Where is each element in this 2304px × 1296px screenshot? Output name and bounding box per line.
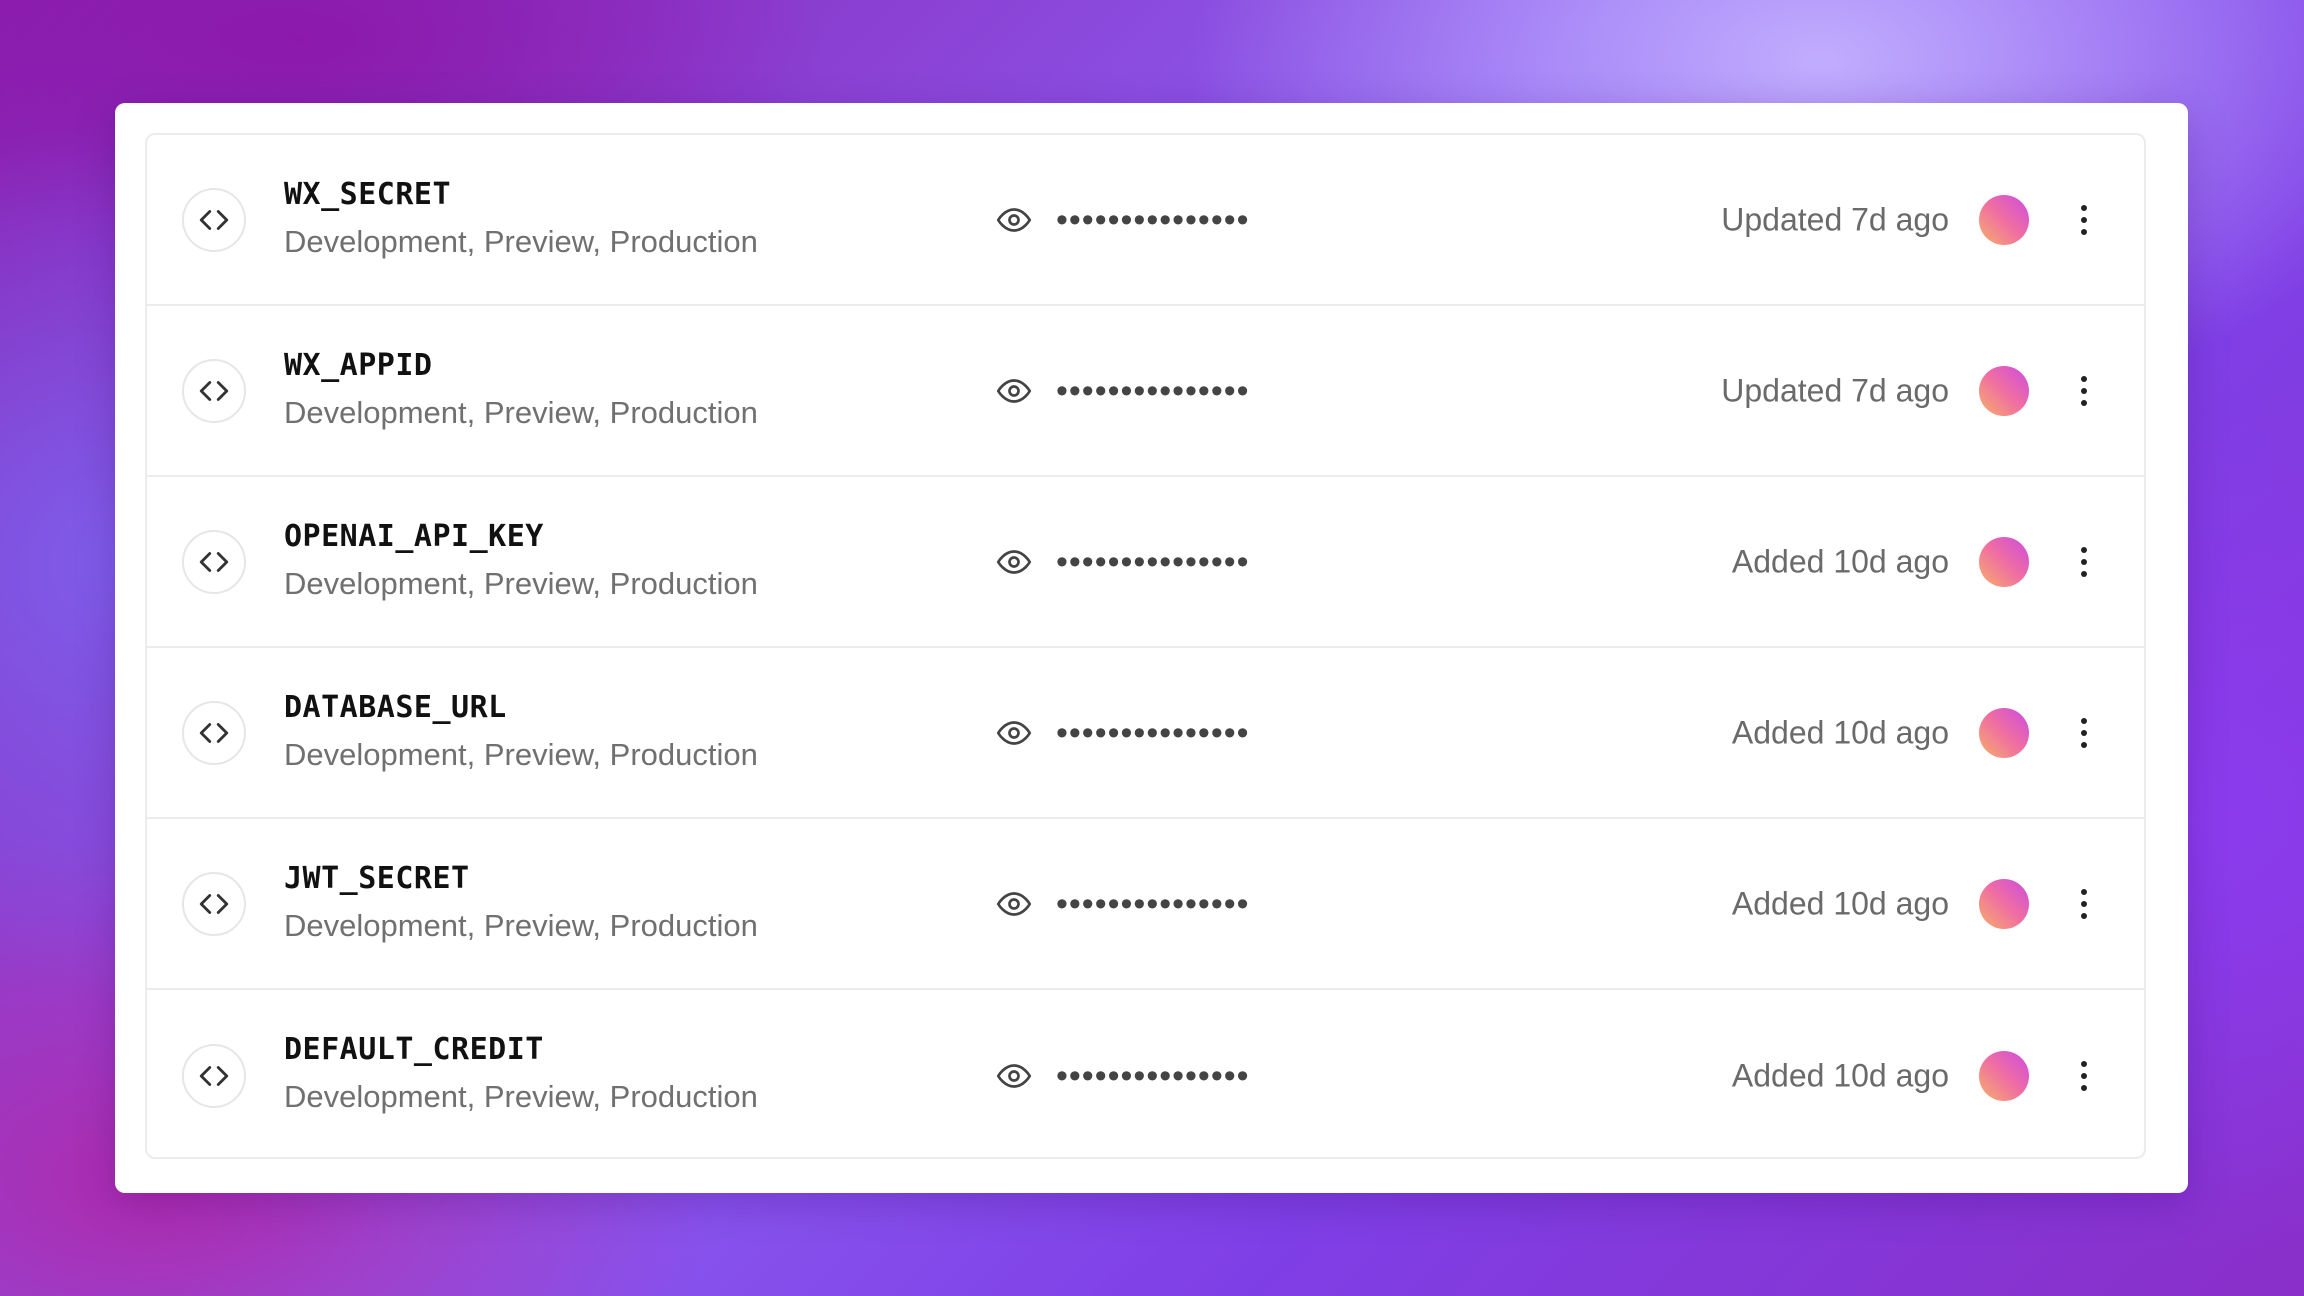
code-brackets-icon (182, 529, 246, 594)
masked-value: ••••••••••••••• (1056, 371, 1250, 410)
variable-environments: Development, Preview, Production (284, 908, 758, 943)
code-brackets-icon (182, 700, 246, 765)
variable-name: DEFAULT_CREDIT (284, 1032, 544, 1067)
added-status: Added 10d ago (1731, 714, 1949, 750)
avatar (1979, 878, 2029, 929)
env-variable-row[interactable]: WX_SECRET Development, Preview, Producti… (147, 135, 2144, 306)
eye-icon[interactable] (995, 1057, 1033, 1095)
avatar (1979, 536, 2029, 587)
env-variable-row[interactable]: JWT_SECRET Development, Preview, Product… (147, 819, 2144, 990)
variable-environments: Development, Preview, Production (284, 395, 758, 430)
added-status: Added 10d ago (1731, 885, 1949, 921)
env-variables-card: WX_SECRET Development, Preview, Producti… (115, 103, 2188, 1193)
env-variable-row[interactable]: DEFAULT_CREDIT Development, Preview, Pro… (147, 990, 2144, 1157)
eye-icon[interactable] (995, 372, 1033, 410)
env-variable-row[interactable]: OPENAI_API_KEY Development, Preview, Pro… (147, 477, 2144, 648)
avatar (1979, 365, 2029, 416)
variable-name: JWT_SECRET (284, 861, 470, 896)
code-brackets-icon (182, 187, 246, 252)
variable-environments: Development, Preview, Production (284, 1079, 758, 1114)
updated-status: Updated 7d ago (1721, 372, 1949, 408)
avatar (1979, 1050, 2029, 1101)
env-variables-list: WX_SECRET Development, Preview, Producti… (145, 133, 2146, 1159)
masked-value: ••••••••••••••• (1056, 713, 1250, 752)
eye-icon[interactable] (995, 714, 1033, 752)
avatar (1979, 194, 2029, 245)
code-brackets-icon (182, 358, 246, 423)
eye-icon[interactable] (995, 885, 1033, 923)
code-brackets-icon (182, 1043, 246, 1108)
variable-environments: Development, Preview, Production (284, 566, 758, 601)
more-vertical-icon[interactable] (2072, 200, 2096, 240)
added-status: Added 10d ago (1731, 1057, 1949, 1093)
variable-environments: Development, Preview, Production (284, 224, 758, 259)
variable-name: DATABASE_URL (284, 690, 507, 725)
eye-icon[interactable] (995, 543, 1033, 581)
avatar (1979, 707, 2029, 758)
more-vertical-icon[interactable] (2072, 371, 2096, 411)
masked-value: ••••••••••••••• (1056, 884, 1250, 923)
masked-value: ••••••••••••••• (1056, 1056, 1250, 1095)
code-brackets-icon (182, 871, 246, 936)
added-status: Added 10d ago (1731, 543, 1949, 579)
variable-environments: Development, Preview, Production (284, 737, 758, 772)
env-variable-row[interactable]: WX_APPID Development, Preview, Productio… (147, 306, 2144, 477)
variable-name: WX_APPID (284, 348, 433, 383)
eye-icon[interactable] (995, 201, 1033, 239)
masked-value: ••••••••••••••• (1056, 200, 1250, 239)
updated-status: Updated 7d ago (1721, 201, 1949, 237)
more-vertical-icon[interactable] (2072, 713, 2096, 753)
more-vertical-icon[interactable] (2072, 884, 2096, 924)
variable-name: OPENAI_API_KEY (284, 519, 544, 554)
more-vertical-icon[interactable] (2072, 1056, 2096, 1096)
more-vertical-icon[interactable] (2072, 542, 2096, 582)
variable-name: WX_SECRET (284, 177, 452, 212)
masked-value: ••••••••••••••• (1056, 542, 1250, 581)
env-variable-row[interactable]: DATABASE_URL Development, Preview, Produ… (147, 648, 2144, 819)
